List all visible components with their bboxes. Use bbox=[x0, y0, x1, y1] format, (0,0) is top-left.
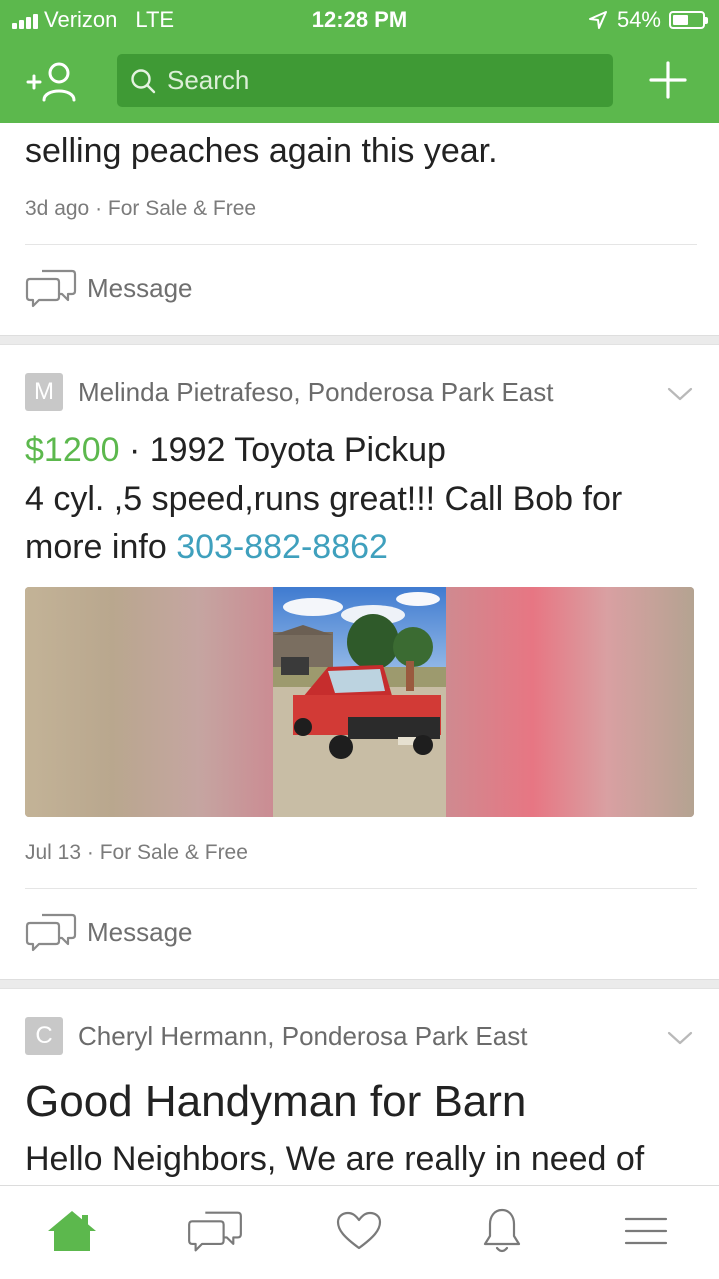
tab-bar bbox=[0, 1185, 719, 1279]
add-neighbor-icon[interactable] bbox=[26, 60, 82, 102]
post-title: 1992 Toyota Pickup bbox=[149, 431, 446, 469]
tab-notifications[interactable] bbox=[474, 1206, 530, 1256]
post-separator bbox=[0, 335, 719, 345]
post-body: selling peaches again this year. bbox=[25, 132, 498, 170]
post-title: Good Handyman for Barn bbox=[25, 1077, 527, 1126]
message-icon bbox=[25, 269, 77, 308]
post-title-line: $1200 · 1992 Toyota Pickup bbox=[25, 431, 446, 470]
tab-menu[interactable] bbox=[618, 1206, 674, 1256]
phone-link[interactable]: 303-882-8862 bbox=[176, 528, 388, 566]
post-author-row[interactable]: C Cheryl Hermann, Ponderosa Park East bbox=[25, 1017, 527, 1055]
search-input[interactable] bbox=[167, 65, 587, 96]
message-icon bbox=[25, 913, 77, 952]
tab-favorites[interactable] bbox=[331, 1206, 387, 1256]
heart-icon bbox=[336, 1211, 382, 1250]
feed-post: C Cheryl Hermann, Ponderosa Park East Go… bbox=[0, 989, 719, 1185]
divider bbox=[25, 888, 697, 889]
feed: selling peaches again this year. 3d ago … bbox=[0, 123, 719, 1185]
bell-icon bbox=[483, 1208, 521, 1253]
battery-fill bbox=[673, 15, 688, 25]
location-arrow-icon bbox=[588, 11, 607, 29]
message-label: Message bbox=[87, 916, 193, 947]
post-author[interactable]: Melinda Pietrafeso, Ponderosa Park East bbox=[78, 377, 553, 408]
feed-post: M Melinda Pietrafeso, Ponderosa Park Eas… bbox=[0, 345, 719, 979]
battery-icon bbox=[669, 11, 708, 29]
post-body-prefix: more info bbox=[25, 528, 177, 566]
post-photo[interactable] bbox=[25, 587, 694, 817]
title-separator: · bbox=[119, 431, 150, 469]
truck-photo bbox=[273, 587, 446, 817]
plus-icon[interactable] bbox=[648, 60, 688, 100]
post-body-line: 4 cyl. ,5 speed,runs great!!! Call Bob f… bbox=[25, 480, 623, 518]
status-bar: Verizon LTE 12:28 PM 54% bbox=[0, 0, 719, 40]
post-author[interactable]: Cheryl Hermann, Ponderosa Park East bbox=[78, 1021, 527, 1052]
post-meta: Jul 13 · For Sale & Free bbox=[25, 841, 248, 864]
avatar[interactable]: C bbox=[25, 1017, 63, 1055]
message-button[interactable]: Message bbox=[25, 267, 193, 309]
search-icon bbox=[131, 68, 156, 93]
feed-post: selling peaches again this year. 3d ago … bbox=[0, 123, 719, 335]
status-right: 54% bbox=[588, 7, 708, 33]
post-price: $1200 bbox=[25, 431, 120, 469]
tab-messages[interactable] bbox=[187, 1206, 243, 1256]
search-bar[interactable] bbox=[117, 54, 613, 107]
toolbar bbox=[0, 52, 719, 110]
message-button[interactable]: Message bbox=[25, 911, 193, 953]
post-body: Hello Neighbors, We are really in need o… bbox=[25, 1140, 645, 1178]
chevron-down-icon[interactable] bbox=[667, 386, 693, 402]
message-label: Message bbox=[87, 272, 193, 303]
post-meta: 3d ago · For Sale & Free bbox=[25, 197, 257, 220]
chevron-down-icon[interactable] bbox=[667, 1030, 693, 1046]
menu-icon bbox=[624, 1217, 668, 1245]
home-icon bbox=[48, 1211, 96, 1251]
post-separator bbox=[0, 979, 719, 989]
photo-blur-right bbox=[446, 587, 694, 817]
post-body: 4 cyl. ,5 speed,runs great!!! Call Bob f… bbox=[25, 475, 622, 571]
post-body-line: more info 303-882-8862 bbox=[25, 523, 622, 571]
app-header: Verizon LTE 12:28 PM 54% bbox=[0, 0, 719, 123]
battery-percent: 54% bbox=[616, 7, 661, 32]
avatar[interactable]: M bbox=[25, 373, 63, 411]
post-author-row[interactable]: M Melinda Pietrafeso, Ponderosa Park Eas… bbox=[25, 373, 553, 411]
divider bbox=[25, 244, 697, 245]
tab-home[interactable] bbox=[44, 1206, 100, 1256]
messages-icon bbox=[188, 1211, 242, 1252]
photo-blur-left bbox=[25, 587, 273, 817]
